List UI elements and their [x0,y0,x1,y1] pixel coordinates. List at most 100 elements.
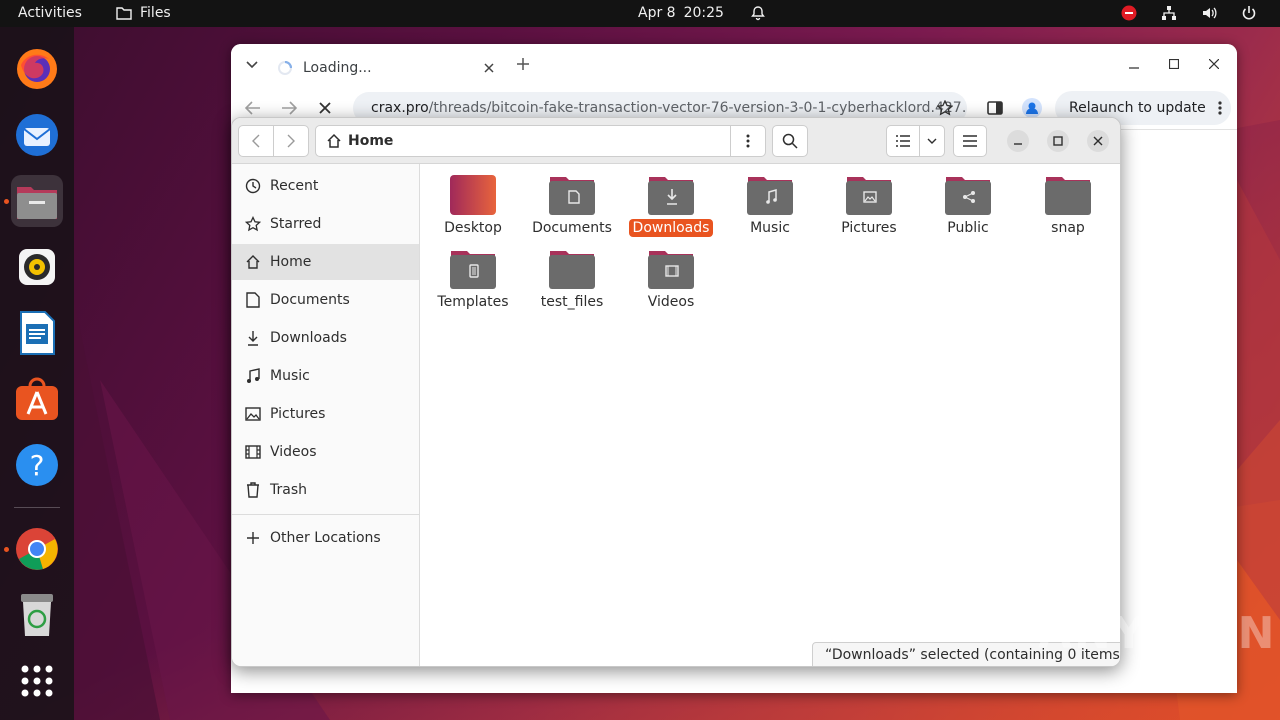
url-path: /threads/bitcoin-fake-transaction-vector… [428,100,967,116]
plus-icon [245,530,261,546]
files-window: Home Recent Starred Home Documents Downl… [231,117,1121,667]
folder-label: Videos [647,294,695,310]
sidebar-separator [232,514,419,515]
list-view-icon [896,135,910,147]
sidebar-item-starred[interactable]: Starred [232,206,419,242]
power-icon[interactable] [1240,4,1258,22]
chrome-icon[interactable] [11,523,63,575]
forward-icon[interactable] [279,98,299,118]
do-not-disturb-icon[interactable] [1120,4,1138,22]
folder-pictures[interactable]: Pictures [821,164,917,236]
folder-icon [450,251,496,289]
sidebar-item-home[interactable]: Home [232,244,419,280]
maximize-button[interactable] [1047,130,1069,152]
sidebar-item-videos[interactable]: Videos [232,434,419,470]
folder-music[interactable]: Music [722,164,818,236]
running-indicator [4,199,9,204]
app-menu[interactable]: Files [116,5,171,21]
minimize-button[interactable] [1007,130,1029,152]
volume-icon[interactable] [1200,4,1218,22]
close-window-icon[interactable] [1205,55,1223,73]
places-sidebar: Recent Starred Home Documents Downloads … [232,164,420,666]
folder-downloads[interactable]: Downloads [623,164,719,237]
files-icon[interactable] [11,175,63,227]
sidebar-item-trash[interactable]: Trash [232,472,419,508]
network-icon[interactable] [1160,4,1178,22]
sidebar-item-label: Documents [270,292,350,308]
tab-title: Loading... [303,60,372,76]
sidebar-item-documents[interactable]: Documents [232,282,419,318]
minimize-icon[interactable] [1125,56,1143,74]
path-menu-button[interactable] [730,125,766,157]
clock-icon [245,178,261,194]
folder-label: Documents [532,220,612,236]
bell-icon [751,6,765,21]
view-list-button[interactable] [886,125,920,157]
trash-icon [245,482,261,498]
path-bar[interactable]: Home [315,125,765,157]
top-bar: Activities Files Apr 8 20:25 [0,0,1280,27]
thunderbird-icon[interactable] [11,109,63,161]
bookmark-star-icon[interactable] [935,98,955,118]
chevron-left-icon [252,134,260,148]
app-menu-label: Files [140,5,171,21]
system-tray[interactable] [1120,4,1258,22]
firefox-icon[interactable] [11,43,63,95]
current-location: Home [348,133,394,149]
folder-label: Templates [437,294,509,310]
folder-icon [1045,177,1091,215]
maximize-icon[interactable] [1165,55,1183,73]
browser-tab-bar: Loading... [231,44,1237,86]
clock[interactable]: Apr 8 20:25 [638,5,766,21]
folder-label: Public [947,220,989,236]
folder-test-files[interactable]: test_files [524,238,620,310]
sidebar-item-label: Other Locations [270,530,381,546]
search-button[interactable] [772,125,808,157]
stop-loading-icon[interactable] [315,98,335,118]
svg-text:?: ? [30,449,45,482]
hamburger-icon [963,135,977,147]
back-icon[interactable] [243,98,263,118]
loading-spinner-icon [278,61,292,75]
tab-search-icon[interactable] [243,56,261,74]
chevron-right-icon [287,134,295,148]
forward-button[interactable] [273,125,309,157]
profile-avatar-icon[interactable] [1021,97,1043,119]
libreoffice-writer-icon[interactable] [11,307,63,359]
sidebar-item-other-locations[interactable]: Other Locations [232,520,419,556]
side-panel-icon[interactable] [985,98,1005,118]
music-icon [245,368,261,384]
sidebar-item-music[interactable]: Music [232,358,419,394]
folder-public[interactable]: Public [920,164,1016,236]
app-center-icon[interactable] [11,373,63,425]
rhythmbox-icon[interactable] [11,241,63,293]
view-options-button[interactable] [919,125,945,157]
files-header-bar: Home [232,118,1120,164]
folder-documents[interactable]: Documents [524,164,620,236]
home-icon [245,254,261,270]
sidebar-item-downloads[interactable]: Downloads [232,320,419,356]
browser-tab[interactable]: Loading... [267,50,503,86]
folder-templates[interactable]: Templates [425,238,521,310]
back-button[interactable] [238,125,274,157]
sidebar-item-pictures[interactable]: Pictures [232,396,419,432]
more-vert-icon [746,134,750,148]
trash-icon[interactable] [11,589,63,641]
more-vert-icon [1218,101,1222,115]
folder-icon [648,177,694,215]
folder-label: Music [750,220,790,236]
sidebar-item-recent[interactable]: Recent [232,168,419,204]
sidebar-item-label: Trash [270,482,307,498]
folder-desktop[interactable]: Desktop [425,164,521,236]
show-apps-icon[interactable] [11,655,63,707]
main-menu-button[interactable] [953,125,987,157]
close-tab-icon[interactable] [481,60,497,76]
help-icon[interactable]: ? [11,439,63,491]
folder-icon [747,177,793,215]
folder-snap[interactable]: snap [1020,164,1116,236]
activities-button[interactable]: Activities [18,5,82,21]
close-button[interactable] [1087,130,1109,152]
anyrun-watermark: ANY RUN [1038,608,1277,659]
folder-videos[interactable]: Videos [623,238,719,310]
new-tab-icon[interactable] [514,55,532,73]
